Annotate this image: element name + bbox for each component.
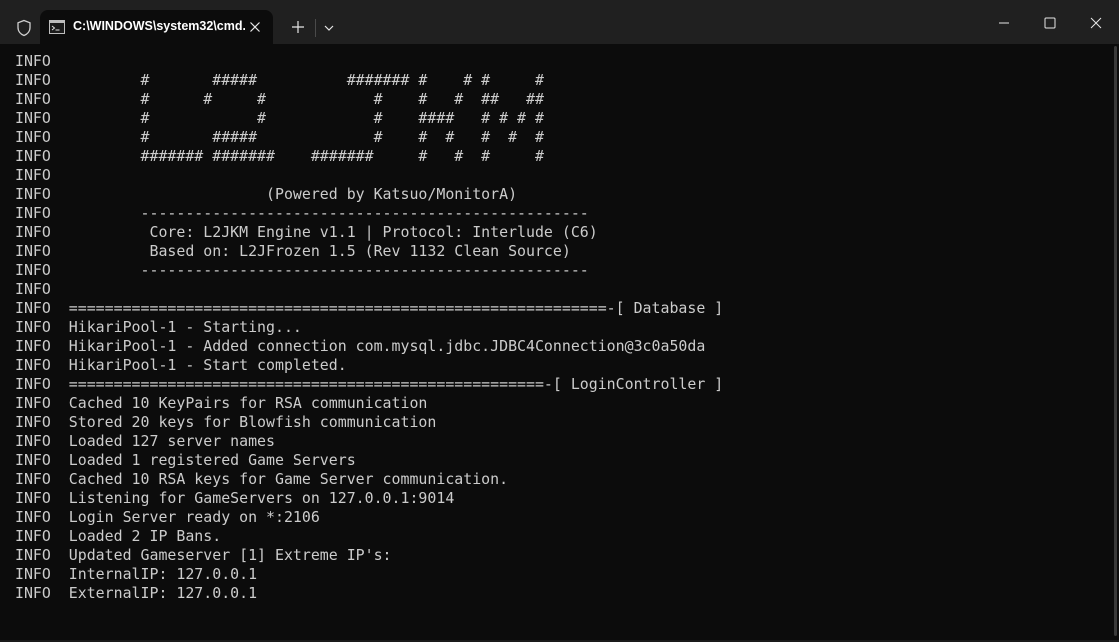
console-line: INFO # ##### # # # # # # (15, 128, 544, 146)
console-line: INFO Cached 10 RSA keys for Game Server … (15, 470, 509, 488)
console-line: INFO Listening for GameServers on 127.0.… (15, 489, 455, 507)
console-line: INFO # ##### ####### # # # # (15, 71, 544, 89)
console-line: INFO Login Server ready on *:2106 (15, 508, 320, 526)
console-line: INFO Updated Gameserver [1] Extreme IP's… (15, 546, 392, 564)
scrollbar-thumb[interactable] (1114, 46, 1117, 636)
tab-cmd[interactable]: C:\WINDOWS\system32\cmd. (40, 10, 273, 44)
shield-icon[interactable] (15, 19, 33, 37)
close-icon (1090, 17, 1102, 29)
console-line: INFO (15, 280, 51, 298)
scrollbar[interactable] (1112, 44, 1119, 642)
tab-separator (315, 19, 316, 37)
terminal-window: C:\WINDOWS\system32\cmd. INFO INFO # ###… (0, 0, 1119, 642)
console-line: INFO ===================================… (15, 375, 724, 393)
console-line: INFO # # # # # # ## ## (15, 90, 544, 108)
console-line: INFO HikariPool-1 - Added connection com… (15, 337, 706, 355)
console-line: INFO (15, 52, 51, 70)
console-line: INFO Cached 10 KeyPairs for RSA communic… (15, 394, 428, 412)
console-line: INFO Loaded 127 server names (15, 432, 275, 450)
maximize-button[interactable] (1027, 0, 1073, 44)
console-line: INFO -----------------------------------… (15, 204, 589, 222)
title-bar[interactable]: C:\WINDOWS\system32\cmd. (0, 0, 1119, 44)
console-output[interactable]: INFO INFO # ##### ####### # # # # INFO # #… (15, 52, 1095, 632)
console-line: INFO Loaded 1 registered Game Servers (15, 451, 356, 469)
minimize-button[interactable] (981, 0, 1027, 44)
console-line: INFO InternalIP: 127.0.0.1 (15, 565, 258, 583)
console-line: INFO HikariPool-1 - Starting... (15, 318, 302, 336)
minimize-icon (999, 22, 1009, 24)
console-line: INFO Based on: L2JFrozen 1.5 (Rev 1132 C… (15, 242, 571, 260)
console-line: INFO HikariPool-1 - Start completed. (15, 356, 347, 374)
console-line: INFO # # # #### # # # # (15, 109, 544, 127)
console-line: INFO Loaded 2 IP Bans. (15, 527, 222, 545)
chevron-down-icon[interactable] (322, 21, 336, 35)
tab-close-icon[interactable] (248, 20, 262, 34)
console-line: INFO (15, 166, 51, 184)
console-line: INFO Stored 20 keys for Blowfish communi… (15, 413, 437, 431)
console-line: INFO ExternalIP: 127.0.0.1 (15, 584, 258, 602)
close-button[interactable] (1073, 0, 1119, 44)
console-line: INFO Core: L2JKM Engine v1.1 | Protocol:… (15, 223, 598, 241)
console-line: INFO ####### ####### ####### # # # # (15, 147, 544, 165)
console-line: INFO -----------------------------------… (15, 261, 589, 279)
maximize-icon (1044, 17, 1056, 29)
plus-icon[interactable] (290, 19, 306, 35)
cmd-icon (49, 20, 65, 34)
console-line: INFO ===================================… (15, 299, 724, 317)
console-line: INFO (Powered by Katsuo/MonitorA) (15, 185, 518, 203)
tab-title: C:\WINDOWS\system32\cmd. (73, 19, 245, 33)
